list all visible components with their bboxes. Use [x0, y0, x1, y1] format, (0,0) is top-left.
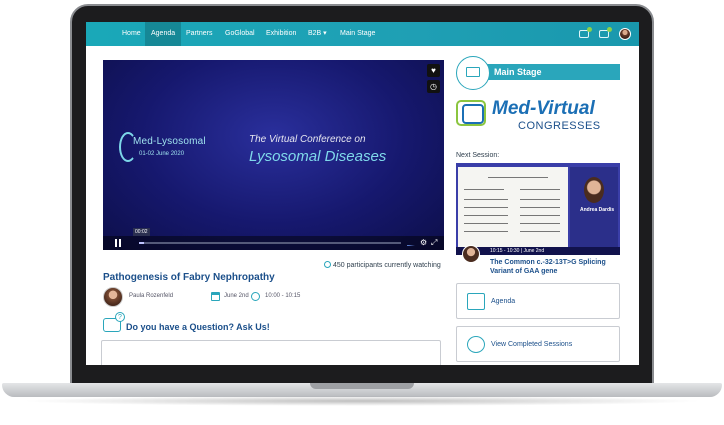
- user-avatar[interactable]: [619, 28, 631, 40]
- med-lysosomal-logo: Med-Lysosomal 01-02 June 2020: [119, 130, 229, 170]
- nav-partners[interactable]: Partners: [180, 22, 218, 46]
- main-stage-monitor-icon: [456, 56, 490, 90]
- nav-main-stage[interactable]: Main Stage: [334, 22, 381, 46]
- mail-icon[interactable]: [579, 27, 592, 38]
- next-session-thumbnail[interactable]: Andrea Dardis 10:15 - 10:30 | June 2nd: [456, 163, 620, 255]
- bell-icon[interactable]: [599, 27, 612, 38]
- speaker-avatar: [103, 287, 123, 307]
- next-speaker-avatar: [462, 245, 480, 263]
- video-progress-track[interactable]: [139, 242, 401, 244]
- nav-home[interactable]: Home: [116, 22, 147, 46]
- laptop-shadow: [20, 396, 704, 406]
- completed-sessions-label: View Completed Sessions: [491, 341, 573, 348]
- play-circle-icon: [467, 336, 485, 353]
- session-time: 10:00 - 10:15: [265, 293, 301, 299]
- heart-icon[interactable]: ♥: [427, 64, 440, 77]
- agenda-calendar-icon: [467, 293, 485, 310]
- logo-date: 01-02 June 2020: [139, 151, 185, 157]
- pause-button[interactable]: [115, 239, 121, 247]
- clock-icon[interactable]: ◷: [427, 80, 440, 93]
- nav-exhibition[interactable]: Exhibition: [260, 22, 302, 46]
- speaker-name: Paula Rozenfeld: [129, 293, 174, 299]
- fullscreen-icon[interactable]: ⤢: [431, 238, 437, 248]
- question-chat-icon: ?: [103, 312, 125, 332]
- med-virtual-logo: Med-Virtual CONGRESSES: [456, 98, 626, 138]
- next-session-label: Next Session:: [456, 152, 500, 159]
- question-input[interactable]: [101, 340, 441, 365]
- completed-sessions-card[interactable]: View Completed Sessions: [456, 326, 620, 362]
- slide-preview: [458, 167, 568, 247]
- agenda-card[interactable]: Agenda: [456, 283, 620, 319]
- doctor-icon: [462, 104, 484, 124]
- top-navbar: Home Agenda Partners GoGlobal Exhibition…: [86, 22, 639, 46]
- main-stage-header: Main Stage: [470, 64, 620, 80]
- speaker-camera: Andrea Dardis: [570, 167, 618, 247]
- agenda-card-label: Agenda: [491, 298, 516, 305]
- video-headline: The Virtual Conference on: [249, 134, 366, 145]
- clock-icon: [251, 292, 260, 301]
- next-session-time: 10:15 - 10:30 | June 2nd: [456, 247, 620, 255]
- calendar-icon: [211, 292, 220, 301]
- nav-user-icons: [579, 26, 631, 42]
- video-player[interactable]: Med-Lysosomal 01-02 June 2020 The Virtua…: [103, 60, 444, 250]
- app-screen: Home Agenda Partners GoGlobal Exhibition…: [86, 22, 639, 365]
- person-icon: [324, 261, 331, 268]
- nav-goglobal[interactable]: GoGlobal: [219, 22, 261, 46]
- nav-agenda[interactable]: Agenda: [145, 22, 182, 46]
- video-controls: 00:02 ⚙ ⤢: [103, 228, 444, 250]
- video-progress-fill: [139, 242, 144, 244]
- next-speaker-name: Andrea Dardis: [580, 207, 615, 213]
- session-title: Pathogenesis of Fabry Nephropathy: [103, 272, 275, 283]
- laptop-notch: [310, 383, 414, 389]
- laptop-mockup: Home Agenda Partners GoGlobal Exhibition…: [0, 0, 724, 425]
- logo-title: Med-Lysosomal: [133, 136, 206, 147]
- next-session-title[interactable]: The Common c.-32-13T>G Splicing Variant …: [490, 258, 620, 276]
- logo-title: Med-Virtual: [492, 98, 595, 119]
- time-bubble: 00:02: [133, 228, 150, 236]
- logo-subtitle: CONGRESSES: [518, 120, 601, 132]
- session-meta: Paula Rozenfeld June 2nd 10:00 - 10:15: [103, 287, 363, 307]
- question-title: Do you have a Question? Ask Us!: [126, 322, 270, 332]
- nav-b2b[interactable]: B2B ▾: [302, 22, 333, 46]
- settings-gear-icon[interactable]: ⚙: [420, 238, 427, 247]
- volume-icon[interactable]: [407, 240, 415, 246]
- video-headline-strong: Lysosomal Diseases: [249, 148, 387, 165]
- participants-watching: 450 participants currently watching: [324, 261, 441, 269]
- watching-text: 450 participants currently watching: [333, 262, 441, 269]
- session-date: June 2nd: [224, 293, 249, 299]
